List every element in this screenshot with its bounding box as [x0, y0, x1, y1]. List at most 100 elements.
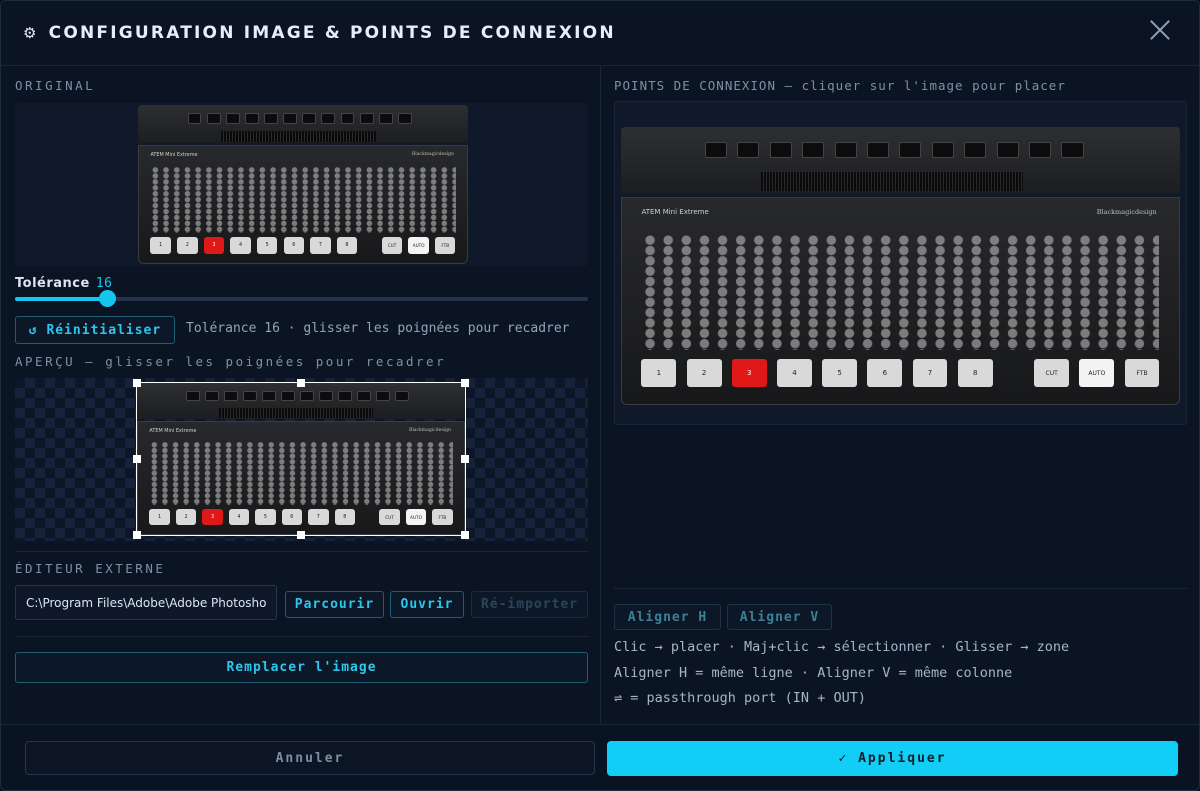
device-spacer	[363, 237, 375, 253]
dialog-title-text: CONFIGURATION IMAGE & POINTS DE CONNEXIO…	[48, 23, 616, 43]
crop-rectangle[interactable]	[133, 379, 469, 539]
tolerance-label: Tolérance 16	[15, 276, 112, 291]
device-spacer	[1003, 359, 1024, 388]
crop-handle[interactable]	[297, 531, 305, 539]
device-input-button: 4	[777, 358, 812, 388]
instruction-line: Aligner H = même ligne · Aligner V = mêm…	[614, 665, 1013, 681]
device-transition-button: AUTO	[408, 237, 429, 254]
close-icon[interactable]	[1149, 19, 1171, 41]
device-brand: Blackmagicdesign	[411, 151, 454, 157]
tolerance-hint: Tolérance 16 · glisser les poignées pour…	[186, 321, 570, 336]
tolerance-value: 16	[95, 276, 113, 291]
device-rear-panel	[138, 105, 468, 144]
device-transition-button: FTB	[1124, 358, 1160, 388]
device-transition-button: CUT	[1034, 358, 1070, 388]
open-button[interactable]: Ouvrir	[390, 591, 464, 618]
external-editor-label: ÉDITEUR EXTERNE	[15, 561, 166, 576]
device-name: ATEM Mini Extreme	[150, 151, 198, 158]
device-rear-panel	[621, 127, 1180, 194]
device-input-button: 7	[912, 358, 948, 388]
device-port	[866, 141, 890, 159]
device-port	[737, 141, 760, 159]
divider	[15, 636, 588, 637]
device-input-button: 3	[203, 237, 225, 254]
device-port	[340, 113, 355, 124]
device-input-button: 2	[686, 358, 722, 388]
replace-image-button[interactable]: Remplacer l'image	[15, 652, 588, 683]
device-port	[264, 113, 278, 124]
crop-handle[interactable]	[133, 379, 141, 387]
device-port	[283, 113, 298, 124]
crop-handle[interactable]	[461, 455, 469, 463]
device-input-button: 3	[731, 358, 767, 388]
title-bar: ⚙ CONFIGURATION IMAGE & POINTS DE CONNEX…	[1, 1, 1199, 66]
device-input-button: 5	[256, 237, 278, 254]
device-big-buttons: 1 2 3 4 5 6 7 8 CUT AUTO FTB	[641, 358, 1160, 388]
device-port	[964, 141, 987, 159]
align-h-button[interactable]: Aligner H	[614, 604, 721, 630]
connection-points-canvas[interactable]: ATEM Mini Extreme Blackmagicdesign 1 2 3 4 5 6 7…	[614, 101, 1187, 425]
tolerance-slider-fill	[15, 297, 107, 301]
device-transition-button: AUTO	[1079, 358, 1115, 388]
right-panel: POINTS DE CONNEXION — cliquer sur l'imag…	[601, 66, 1199, 724]
cancel-button[interactable]: Annuler	[25, 741, 595, 775]
instruction-line: Clic → placer · Maj+clic → sélectionner …	[614, 639, 1070, 655]
tolerance-label-text: Tolérance	[15, 276, 90, 291]
browse-button[interactable]: Parcourir	[285, 591, 384, 618]
device-big-buttons: 1 2 3 4 5 6 7 8 CUT AUTO FTB	[150, 237, 456, 254]
original-image-box: ATEM Mini Extreme Blackmagicdesign 1 2 3 4 5 6 7…	[15, 103, 588, 266]
crop-handle[interactable]	[133, 455, 141, 463]
divider	[15, 551, 588, 552]
device-input-button: 2	[177, 237, 198, 254]
device-port	[899, 141, 922, 159]
device-input-button: 8	[957, 358, 993, 388]
crop-preview[interactable]: ATEM Mini Extreme Blackmagicdesign 1 2 3 4 5 6 7…	[15, 378, 588, 541]
device-port	[187, 113, 202, 124]
device-input-button: 6	[283, 237, 305, 254]
dialog-footer: Annuler ✓ Appliquer	[1, 724, 1199, 790]
device-port	[398, 113, 412, 124]
original-label: ORIGINAL	[15, 78, 96, 93]
dialog-title: ⚙ CONFIGURATION IMAGE & POINTS DE CONNEX…	[23, 23, 616, 43]
device-port	[931, 141, 954, 159]
gear-icon: ⚙	[23, 24, 39, 42]
instruction-line: ⇌ = passthrough port (IN + OUT)	[614, 690, 866, 706]
align-v-button[interactable]: Aligner V	[727, 604, 832, 630]
reimport-button[interactable]: Ré-importer	[471, 591, 588, 618]
device-transition-button: CUT	[381, 237, 403, 254]
device-transition-button: FTB	[434, 237, 456, 254]
crop-handle[interactable]	[461, 379, 469, 387]
device-button-grid	[641, 234, 1160, 351]
crop-handle[interactable]	[133, 531, 141, 539]
tolerance-slider-thumb[interactable]	[98, 290, 116, 307]
editor-path-input[interactable]	[15, 585, 277, 620]
device-port	[321, 113, 336, 124]
device-port	[302, 113, 317, 124]
device-port	[834, 141, 857, 159]
tolerance-slider[interactable]	[15, 290, 588, 307]
device-brand: Blackmagicdesign	[1096, 207, 1157, 216]
crop-handle[interactable]	[297, 379, 305, 387]
original-device-image: ATEM Mini Extreme Blackmagicdesign 1 2 3 4 5 6 7…	[138, 105, 468, 264]
left-panel: ORIGINAL ATEM Mini Extreme Blackmagicdesi…	[1, 66, 601, 724]
device-port	[225, 113, 240, 124]
device-input-button: 6	[867, 358, 903, 388]
device-input-button: 8	[336, 237, 358, 254]
device-port	[206, 113, 221, 124]
points-label: POINTS DE CONNEXION — cliquer sur l'imag…	[614, 78, 1066, 93]
crop-handle[interactable]	[461, 531, 469, 539]
device-vent	[760, 172, 1024, 192]
device-port	[704, 141, 727, 159]
divider	[614, 588, 1187, 589]
device-port	[769, 141, 792, 159]
device-front-panel: ATEM Mini Extreme Blackmagicdesign 1 2 3 4 5 6 7…	[138, 144, 468, 264]
device-input-button: 1	[641, 358, 677, 388]
config-dialog: ⚙ CONFIGURATION IMAGE & POINTS DE CONNEX…	[0, 0, 1200, 791]
apply-button[interactable]: ✓ Appliquer	[607, 741, 1178, 776]
device-port	[1061, 141, 1084, 159]
device-port	[244, 113, 259, 124]
reset-button[interactable]: ↺ Réinitialiser	[15, 316, 175, 344]
device-port	[996, 141, 1019, 159]
device-input-button: 7	[310, 237, 331, 254]
device-input-button: 5	[822, 358, 858, 388]
